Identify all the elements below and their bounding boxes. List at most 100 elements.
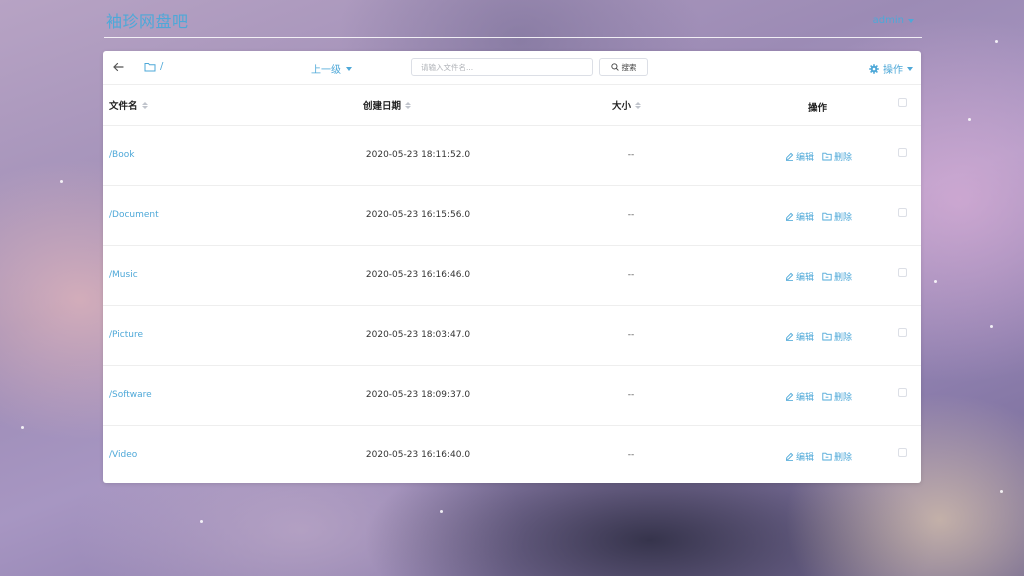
gear-icon: [869, 63, 879, 74]
folder-delete-icon: [822, 452, 832, 461]
column-header-size[interactable]: 大小: [612, 98, 642, 112]
column-header-created[interactable]: 创建日期: [363, 98, 412, 112]
pencil-icon: [785, 152, 794, 161]
edit-button[interactable]: 编辑: [785, 210, 814, 223]
table-row: /Music 2020-05-23 16:16:46.0 -- 编辑 删除: [103, 246, 921, 306]
parent-dir-button[interactable]: 上一级: [311, 61, 352, 76]
file-name-link[interactable]: /Document: [109, 210, 159, 220]
file-name-link[interactable]: /Book: [109, 150, 134, 160]
column-header-name[interactable]: 文件名: [109, 98, 148, 112]
parent-dir-label: 上一级: [311, 65, 341, 76]
table-header: 文件名 创建日期 大小 操作: [103, 85, 921, 126]
created-date: 2020-05-23 18:03:47.0: [365, 330, 471, 340]
file-size: --: [627, 270, 635, 280]
edit-button[interactable]: 编辑: [785, 330, 814, 343]
caret-down-icon: [907, 66, 913, 71]
sort-icon[interactable]: [635, 101, 642, 109]
edit-label: 编辑: [796, 213, 815, 223]
file-name-link[interactable]: /Video: [109, 450, 137, 460]
edit-label: 编辑: [796, 453, 815, 463]
table-row: /Software 2020-05-23 18:09:37.0 -- 编辑 删除: [103, 366, 921, 426]
file-name-link[interactable]: /Music: [109, 270, 138, 280]
file-panel: / 上一级 搜索 操作 文件名 创建日期: [103, 51, 921, 483]
delete-button[interactable]: 删除: [822, 330, 852, 343]
delete-button[interactable]: 删除: [822, 450, 852, 463]
folder-delete-icon: [822, 212, 832, 221]
created-date: 2020-05-23 16:15:56.0: [365, 210, 471, 220]
search-input[interactable]: [411, 58, 593, 76]
file-size: --: [627, 330, 635, 340]
delete-label: 删除: [834, 453, 853, 463]
sparkle: [60, 180, 63, 183]
search-icon: [610, 63, 619, 71]
breadcrumb[interactable]: /: [144, 61, 163, 72]
pencil-icon: [785, 272, 794, 281]
edit-label: 编辑: [796, 273, 815, 283]
user-name: admin: [872, 15, 904, 26]
pencil-icon: [785, 212, 794, 221]
sparkle: [990, 325, 993, 328]
delete-button[interactable]: 删除: [822, 270, 852, 283]
delete-button[interactable]: 删除: [822, 390, 852, 403]
row-checkbox[interactable]: [898, 448, 907, 457]
operations-label: 操作: [883, 65, 903, 76]
row-checkbox[interactable]: [898, 268, 907, 277]
file-name-link[interactable]: /Picture: [109, 330, 143, 340]
table-row: /Book 2020-05-23 18:11:52.0 -- 编辑 删除: [103, 126, 921, 186]
pencil-icon: [785, 392, 794, 401]
folder-delete-icon: [822, 272, 832, 281]
row-checkbox[interactable]: [898, 208, 907, 217]
row-checkbox[interactable]: [898, 328, 907, 337]
operations-menu[interactable]: 操作: [869, 61, 913, 76]
current-path: /: [160, 61, 164, 72]
caret-down-icon: [908, 18, 914, 23]
table-row: /Video 2020-05-23 16:16:40.0 -- 编辑 删除: [103, 426, 921, 485]
edit-button[interactable]: 编辑: [785, 390, 814, 403]
brand-logo[interactable]: 袖珍网盘吧: [106, 8, 189, 32]
folder-icon: [144, 62, 156, 72]
toolbar: / 上一级 搜索 操作: [103, 51, 921, 85]
sparkle: [968, 118, 971, 121]
edit-label: 编辑: [796, 393, 815, 403]
file-size: --: [627, 210, 635, 220]
column-header-name-label: 文件名: [109, 101, 138, 112]
delete-button[interactable]: 删除: [822, 150, 852, 163]
search-label: 搜索: [621, 62, 637, 72]
row-checkbox[interactable]: [898, 148, 907, 157]
back-arrow-icon[interactable]: [111, 60, 125, 74]
edit-label: 编辑: [796, 153, 815, 163]
file-size: --: [627, 450, 635, 460]
edit-label: 编辑: [796, 333, 815, 343]
edit-button[interactable]: 编辑: [785, 150, 814, 163]
sparkle: [934, 280, 937, 283]
delete-label: 删除: [834, 153, 853, 163]
delete-label: 删除: [834, 393, 853, 403]
edit-button[interactable]: 编辑: [785, 450, 814, 463]
table-row: /Picture 2020-05-23 18:03:47.0 -- 编辑 删除: [103, 306, 921, 366]
edit-button[interactable]: 编辑: [785, 270, 814, 283]
row-checkbox[interactable]: [898, 388, 907, 397]
pencil-icon: [785, 452, 794, 461]
user-menu[interactable]: admin: [873, 15, 914, 26]
file-name-link[interactable]: /Software: [109, 390, 152, 400]
delete-button[interactable]: 删除: [822, 210, 852, 223]
sparkle: [1000, 490, 1003, 493]
delete-label: 删除: [834, 333, 853, 343]
top-header: 袖珍网盘吧 admin: [104, 0, 922, 38]
search-button[interactable]: 搜索: [599, 58, 648, 76]
file-size: --: [627, 150, 635, 160]
sort-icon[interactable]: [405, 101, 412, 109]
folder-delete-icon: [822, 392, 832, 401]
column-header-actions-label: 操作: [808, 103, 828, 114]
delete-label: 删除: [834, 273, 853, 283]
sparkle: [995, 40, 998, 43]
created-date: 2020-05-23 18:11:52.0: [365, 150, 471, 160]
select-all-checkbox[interactable]: [898, 98, 907, 107]
column-header-created-label: 创建日期: [363, 101, 402, 112]
file-size: --: [627, 390, 635, 400]
caret-down-icon: [346, 66, 352, 71]
sort-icon[interactable]: [141, 101, 148, 109]
created-date: 2020-05-23 16:16:46.0: [365, 270, 471, 280]
sparkle: [21, 426, 24, 429]
pencil-icon: [785, 332, 794, 341]
